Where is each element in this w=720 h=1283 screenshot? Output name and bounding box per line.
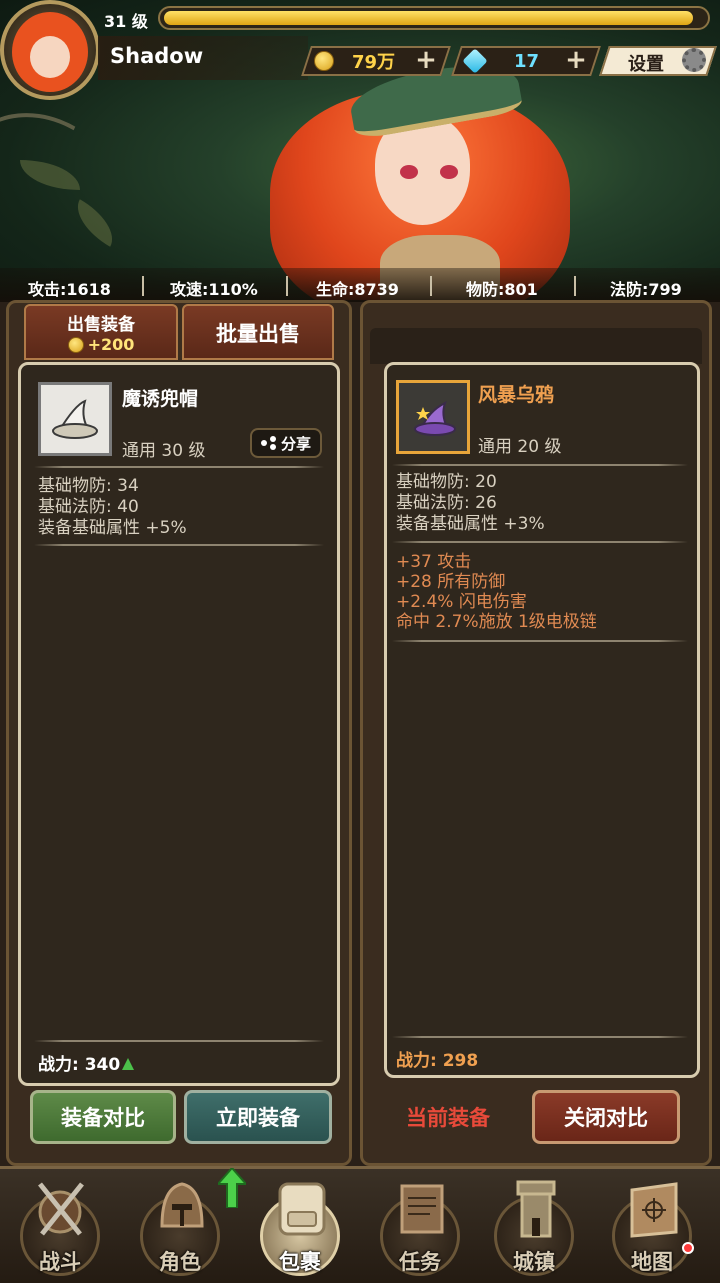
attr-base-bonus: 装备基础属性 +5% [38,518,187,538]
gear-icon[interactable] [682,48,706,72]
nav-inventory[interactable]: 包裹 [244,1170,356,1280]
nav-label: 战斗 [39,1250,81,1274]
nav-quests[interactable]: 任务 [364,1170,476,1280]
backpack-icon [278,1182,326,1236]
power-value: 战力: 298 [396,1051,479,1071]
power-up-arrow-icon [122,1058,135,1070]
add-gem-button[interactable]: + [563,47,589,74]
upgrade-arrow-icon [218,1168,246,1208]
tower-icon [516,1180,556,1238]
sell-tab-label: 出售装备 [67,315,135,335]
nav-label: 包裹 [279,1250,321,1274]
panel-header-strip [370,328,702,364]
notification-dot [682,1242,694,1254]
gold-amount: 79万 [352,52,396,73]
divider [34,466,324,468]
item-slot[interactable] [38,382,112,456]
nav-label: 城镇 [513,1250,555,1274]
xp-bar-fill [164,11,693,25]
avatar[interactable] [0,0,100,100]
coin-icon [67,336,84,353]
divider [392,464,688,466]
attr-physical-defense: 基础物防: 34 [38,476,139,496]
sword-shield-icon [38,1182,84,1236]
nav-battle[interactable]: 战斗 [4,1170,116,1280]
close-compare-label: 关闭对比 [564,1106,648,1130]
stat-divider [142,276,144,296]
item-type-level: 通用 30 级 [122,441,206,461]
close-compare-button[interactable]: 关闭对比 [532,1090,680,1144]
item-name: 魔诱兜帽 [122,388,199,410]
sell-price: +200 [87,335,135,354]
nav-map[interactable]: 地图 [596,1170,708,1280]
share-button[interactable]: 分享 [250,428,322,458]
nav-label: 角色 [159,1250,201,1274]
share-label: 分享 [280,434,311,453]
coin-icon [314,51,334,71]
hood-icon [52,399,98,439]
item-name: 风暴乌鸦 [478,384,555,406]
equip-now-button[interactable]: 立即装备 [184,1090,332,1144]
current-equipped-label: 当前装备 [406,1106,490,1130]
stat-attack: 攻击:1618 [28,280,111,299]
affix-list: +37 攻击 +28 所有防御 +2.4% 闪电伤害 命中 2.7%施放 1级电… [396,552,597,632]
xp-bar [158,6,710,30]
divider [34,544,324,546]
stat-divider [286,276,288,296]
hero-character-art [250,55,580,300]
wizard-hat-icon [414,401,456,436]
item-type-level: 通用 20 级 [478,437,562,457]
nav-town[interactable]: 城镇 [478,1170,590,1280]
map-icon [630,1182,678,1238]
sell-equipment-tab[interactable]: 出售装备 +200 [24,304,178,360]
batch-sell-label: 批量出售 [216,322,300,346]
equip-button-label: 立即装备 [216,1106,300,1130]
attribute-list: 基础物防: 20 基础法防: 26 装备基础属性 +3% [396,472,545,535]
stat-divider [430,276,432,296]
affix-all-defense: +28 所有防御 [396,572,506,592]
stat-physical-defense: 物防:801 [466,280,538,299]
share-icon [260,436,277,450]
divider [392,640,688,642]
affix-attack: +37 攻击 [396,552,472,572]
attr-magic-defense: 基础法防: 26 [396,493,497,513]
stat-hp: 生命:8739 [316,280,399,299]
diamond-icon [462,48,488,74]
helmet-icon [160,1182,204,1228]
attr-physical-defense: 基础物防: 20 [396,472,497,492]
stat-magic-defense: 法防:799 [610,280,682,299]
item-slot[interactable] [396,380,470,454]
affix-chain-lightning: 命中 2.7%施放 1级电极链 [396,612,597,632]
compare-equipment-button[interactable]: 装备对比 [30,1090,176,1144]
power-rating: 战力: 340 [38,1050,135,1075]
attr-magic-defense: 基础法防: 40 [38,497,139,517]
decorative-vine [573,43,720,285]
stat-attack-speed: 攻速:110% [170,280,258,299]
add-gold-button[interactable]: + [413,47,439,74]
batch-sell-tab[interactable]: 批量出售 [182,304,334,360]
player-level: 31 级 [104,12,148,31]
attr-base-bonus: 装备基础属性 +3% [396,514,545,534]
current-item-card [384,362,700,1078]
scroll-icon [400,1184,444,1234]
divider [34,1040,324,1042]
divider [392,541,688,543]
settings-label[interactable]: 设置 [628,50,664,76]
divider [392,1036,688,1038]
nav-label: 任务 [399,1250,441,1274]
new-item-card [18,362,340,1086]
attribute-list: 基础物防: 34 基础法防: 40 装备基础属性 +5% [38,476,187,539]
player-name: Shadow [110,44,204,68]
gem-amount: 17 [514,50,540,72]
affix-lightning-damage: +2.4% 闪电伤害 [396,592,527,612]
compare-button-label: 装备对比 [61,1106,145,1130]
stat-divider [574,276,576,296]
power-value: 战力: 340 [38,1055,121,1075]
